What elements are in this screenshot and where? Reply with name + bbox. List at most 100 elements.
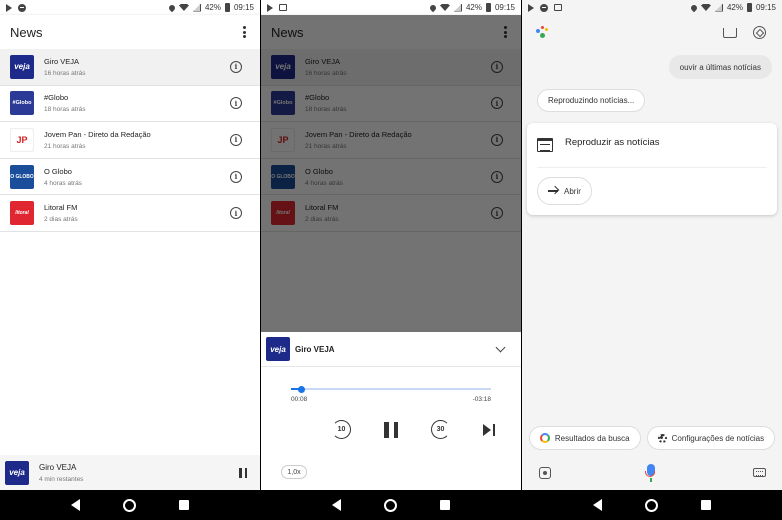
do-not-disturb-icon bbox=[540, 3, 548, 12]
jovem-pan-logo: JP bbox=[10, 127, 34, 152]
back-icon[interactable] bbox=[71, 499, 81, 511]
suggestion-chips: Resultados da busca Configurações de not… bbox=[522, 426, 782, 452]
player-header: veja Giro VEJA bbox=[261, 332, 521, 367]
card-divider bbox=[537, 167, 767, 168]
feed-time: 18 horas atrás bbox=[44, 106, 86, 114]
feed-row-o-globo[interactable]: O GLOBO O Globo 4 horas atrás i bbox=[0, 158, 260, 196]
signal-icon bbox=[714, 3, 723, 12]
info-icon[interactable]: i bbox=[230, 60, 242, 73]
veja-logo: veja bbox=[266, 337, 290, 361]
location-icon bbox=[689, 3, 699, 12]
more-options-icon[interactable] bbox=[238, 25, 250, 39]
clock: 09:15 bbox=[233, 3, 254, 12]
image-notification-icon bbox=[554, 4, 562, 11]
feed-time: 21 horas atrás bbox=[44, 142, 86, 150]
status-bar: 42% 09:15 bbox=[261, 0, 521, 15]
info-icon[interactable]: i bbox=[230, 97, 242, 110]
wifi-icon bbox=[178, 4, 189, 11]
battery-percent: 42% bbox=[465, 3, 482, 12]
home-icon[interactable] bbox=[383, 498, 397, 512]
rewind-10-icon[interactable]: 10 bbox=[332, 420, 351, 439]
player-screen: 42% 09:15 News veja Giro VEJA16 horas at… bbox=[261, 0, 521, 520]
assistant-input-bar bbox=[522, 458, 782, 490]
feed-name: Litoral FM bbox=[44, 203, 78, 213]
battery-icon bbox=[746, 3, 752, 12]
gear-icon bbox=[657, 433, 667, 443]
feed-time: 16 horas atrás bbox=[44, 69, 86, 77]
pause-icon[interactable] bbox=[384, 422, 398, 438]
info-icon[interactable]: i bbox=[230, 133, 242, 146]
keyboard-icon[interactable] bbox=[753, 468, 766, 477]
feed-name: #Globo bbox=[44, 93, 69, 103]
news-action-card: Reproduzir as notícias Abrir bbox=[527, 123, 777, 215]
remaining-time: -03:18 bbox=[472, 396, 491, 403]
mini-player-subtitle: 4 min restantes bbox=[39, 475, 84, 483]
globo-hash-logo: #Globo bbox=[10, 91, 34, 116]
feed-row-litoral-fm[interactable]: litoral Litoral FM 2 dias atrás i bbox=[0, 195, 260, 232]
app-bar: News bbox=[0, 15, 260, 49]
open-button[interactable]: Abrir bbox=[537, 177, 592, 205]
mini-player[interactable]: veja Giro VEJA 4 min restantes bbox=[0, 455, 260, 490]
user-query-bubble: ouvir a últimas notícias bbox=[668, 55, 772, 79]
assistant-screen: 42% 09:15 ouvir a últimas notícias Repro… bbox=[522, 0, 782, 520]
search-results-chip[interactable]: Resultados da busca bbox=[528, 426, 641, 450]
recents-icon[interactable] bbox=[178, 500, 189, 510]
updates-tray-icon[interactable] bbox=[723, 28, 737, 38]
nav-bar bbox=[0, 490, 260, 520]
chip-label: Configurações de notícias bbox=[671, 433, 765, 443]
explore-compass-icon[interactable] bbox=[753, 26, 766, 39]
back-icon[interactable] bbox=[593, 499, 603, 511]
news-calendar-icon bbox=[537, 138, 553, 152]
signal-icon bbox=[192, 3, 201, 12]
card-title: Reproduzir as notícias bbox=[565, 137, 660, 148]
feed-time: 2 dias atrás bbox=[44, 216, 78, 224]
pause-icon[interactable] bbox=[239, 467, 247, 478]
battery-icon bbox=[485, 3, 491, 12]
feed-row-giro-veja[interactable]: veja Giro VEJA 16 horas atrás i bbox=[0, 49, 260, 86]
news-list-screen: 42% 09:15 News veja Giro VEJA 16 horas at… bbox=[0, 0, 260, 520]
seek-bar[interactable] bbox=[291, 385, 491, 393]
nav-bar bbox=[261, 490, 521, 520]
seek-thumb[interactable] bbox=[297, 385, 305, 393]
feed-name: Giro VEJA bbox=[44, 56, 80, 66]
expanded-player: veja Giro VEJA 00:08 -03:18 10 30 1,0x bbox=[261, 332, 521, 490]
google-assistant-logo-icon bbox=[536, 25, 550, 39]
news-settings-chip[interactable]: Configurações de notícias bbox=[646, 426, 776, 450]
do-not-disturb-icon bbox=[18, 3, 26, 12]
skip-next-icon[interactable] bbox=[483, 424, 495, 436]
clock: 09:15 bbox=[494, 3, 515, 12]
assistant-header bbox=[522, 15, 782, 45]
feed-name: Jovem Pan - Direto da Redação bbox=[44, 129, 151, 139]
clock: 09:15 bbox=[755, 3, 776, 12]
feed-row-jovem-pan[interactable]: JP Jovem Pan - Direto da Redação 21 horas… bbox=[0, 122, 260, 159]
microphone-icon[interactable] bbox=[645, 464, 655, 477]
recents-icon[interactable] bbox=[439, 500, 450, 510]
playback-speed-button[interactable]: 1,0x bbox=[281, 465, 307, 479]
info-icon[interactable]: i bbox=[230, 207, 242, 220]
location-icon bbox=[167, 3, 177, 12]
home-icon[interactable] bbox=[122, 498, 136, 512]
play-notification-icon bbox=[6, 3, 12, 12]
status-bar: 42% 09:15 bbox=[0, 0, 260, 15]
recents-icon[interactable] bbox=[700, 500, 711, 510]
playback-controls: 10 30 bbox=[261, 420, 521, 442]
home-icon[interactable] bbox=[644, 498, 658, 512]
player-title: Giro VEJA bbox=[295, 344, 335, 354]
back-icon[interactable] bbox=[332, 499, 342, 511]
litoral-fm-logo: litoral bbox=[10, 201, 34, 226]
status-bar: 42% 09:15 bbox=[522, 0, 782, 15]
google-g-icon bbox=[539, 433, 550, 443]
mini-player-title: Giro VEJA bbox=[39, 462, 77, 472]
open-button-label: Abrir bbox=[564, 186, 581, 196]
play-notification-icon bbox=[267, 3, 273, 12]
chevron-down-icon[interactable] bbox=[495, 342, 506, 352]
microphone-stem bbox=[650, 478, 652, 482]
scrim-overlay[interactable] bbox=[261, 15, 521, 332]
signal-icon bbox=[453, 3, 462, 12]
feed-row-globo-hash[interactable]: #Globo #Globo 18 horas atrás i bbox=[0, 85, 260, 123]
feed-name: O Globo bbox=[44, 166, 72, 176]
info-icon[interactable]: i bbox=[230, 170, 242, 183]
battery-percent: 42% bbox=[726, 3, 743, 12]
google-lens-icon[interactable] bbox=[539, 467, 551, 479]
forward-30-icon[interactable]: 30 bbox=[431, 420, 450, 439]
